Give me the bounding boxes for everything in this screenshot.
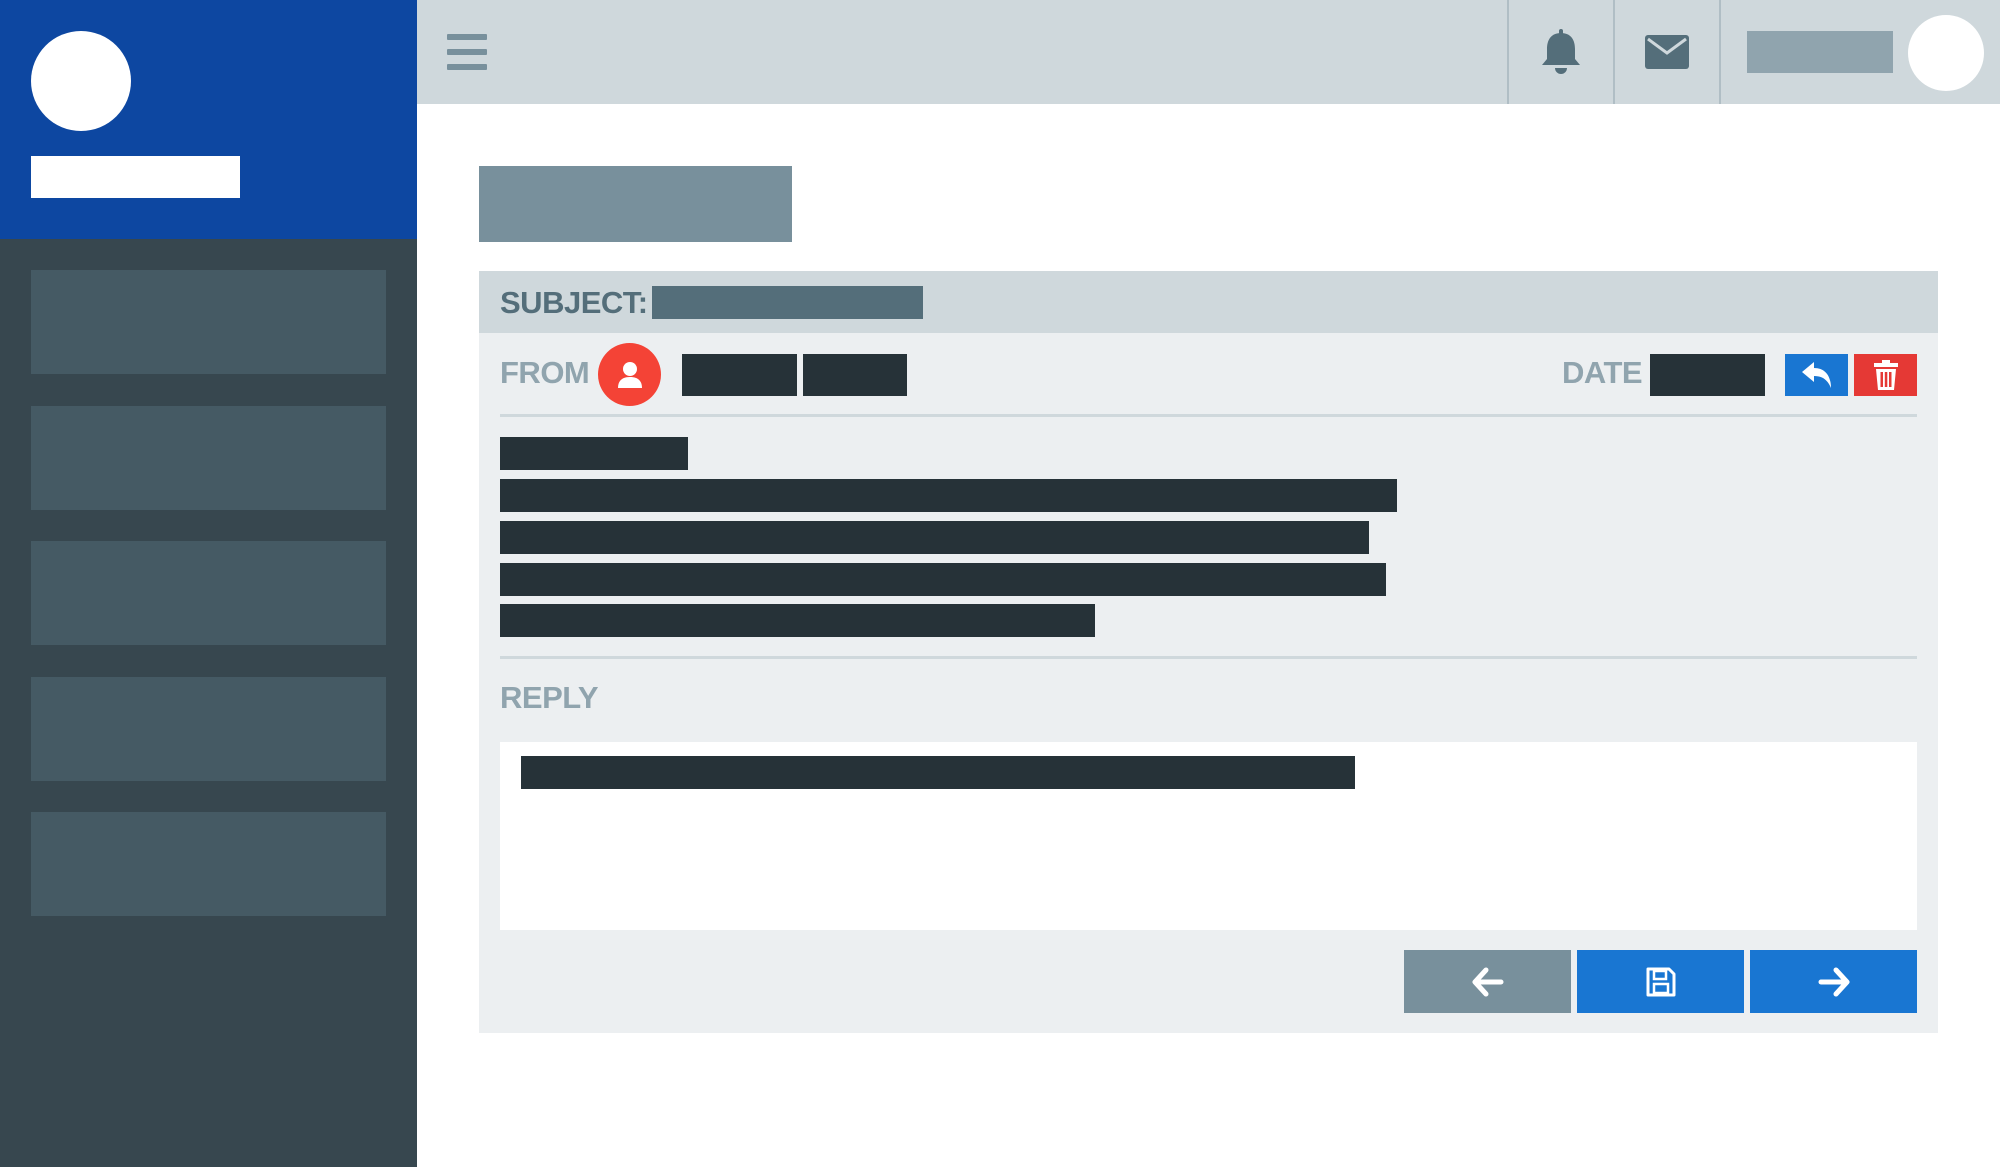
reply-label: REPLY <box>500 680 599 715</box>
sender-first-name-placeholder <box>682 354 797 396</box>
message-body-line <box>500 604 1095 637</box>
bell-icon[interactable] <box>1536 27 1586 77</box>
sidebar-item-5[interactable] <box>31 812 386 916</box>
subject-label: SUBJECT: <box>500 285 648 320</box>
message-body-line <box>500 437 688 470</box>
envelope-icon[interactable] <box>1642 27 1692 77</box>
message-body-line <box>500 479 1397 512</box>
floppy-disk-icon <box>1646 967 1675 996</box>
subject-value-placeholder <box>652 286 923 319</box>
user-name-placeholder <box>1747 31 1893 73</box>
from-label: FROM <box>500 355 590 390</box>
message-card: SUBJECT: FROM DATE REPLY <box>479 271 1938 1033</box>
sender-avatar[interactable] <box>598 343 661 406</box>
save-button[interactable] <box>1577 950 1744 1013</box>
message-body-line <box>500 521 1369 554</box>
sidebar-item-3[interactable] <box>31 541 386 645</box>
profile-name-placeholder <box>31 156 240 198</box>
sidebar <box>0 0 417 1167</box>
top-bar <box>417 0 2000 104</box>
divider <box>500 414 1917 417</box>
subject-row: SUBJECT: <box>479 271 1938 333</box>
topbar-divider <box>1613 0 1615 104</box>
page-title-placeholder <box>479 166 792 242</box>
user-icon <box>617 361 642 388</box>
previous-button[interactable] <box>1404 950 1571 1013</box>
arrow-left-icon <box>1472 967 1503 996</box>
sidebar-item-4[interactable] <box>31 677 386 781</box>
message-body-line <box>500 563 1386 596</box>
reply-textarea[interactable] <box>500 742 1917 930</box>
mail-app: SUBJECT: FROM DATE REPLY <box>0 0 2000 1167</box>
topbar-divider <box>1507 0 1509 104</box>
arrow-right-icon <box>1818 967 1849 996</box>
hamburger-menu-icon[interactable] <box>447 34 487 70</box>
date-label: DATE <box>1562 355 1643 390</box>
delete-button[interactable] <box>1854 354 1917 396</box>
sidebar-profile-header <box>0 0 417 239</box>
reply-button[interactable] <box>1785 354 1848 396</box>
sidebar-item-1[interactable] <box>31 270 386 374</box>
divider <box>500 656 1917 659</box>
trash-icon <box>1873 360 1898 390</box>
sidebar-item-2[interactable] <box>31 406 386 510</box>
profile-avatar[interactable] <box>31 31 131 131</box>
topbar-divider <box>1719 0 1721 104</box>
user-avatar[interactable] <box>1908 15 1984 91</box>
reply-arrow-icon <box>1801 362 1831 388</box>
sender-last-name-placeholder <box>803 354 907 396</box>
next-button[interactable] <box>1750 950 1917 1013</box>
date-value-placeholder <box>1650 354 1765 396</box>
reply-text-placeholder <box>521 756 1355 789</box>
